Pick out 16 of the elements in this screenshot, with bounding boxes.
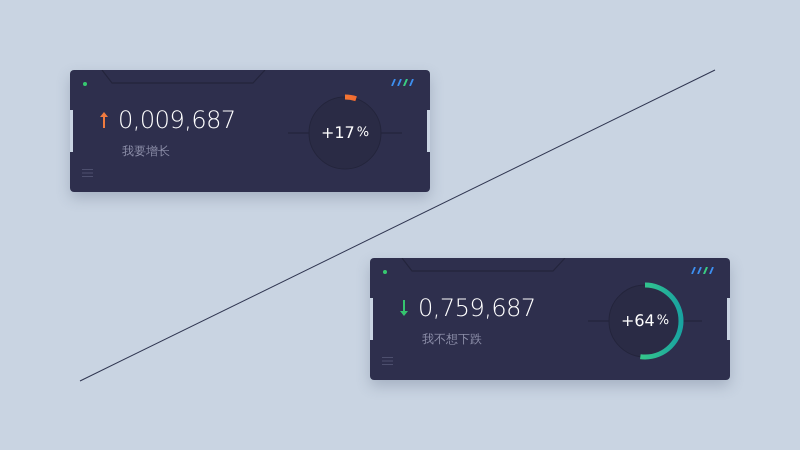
up-arrow-icon [98,110,110,130]
stripes-icon [390,79,416,86]
stripes-icon [690,267,716,274]
stat-label: 我要增长 [122,143,171,160]
stat-value: 0,009,687 [118,108,236,132]
status-dot [83,82,87,86]
menu-icon[interactable] [82,169,93,177]
stat-value: 0,759,687 [418,296,536,320]
percent-unit: % [656,312,670,330]
stat-label: 我不想下跌 [422,331,483,348]
down-arrow-icon [398,298,410,318]
percent-value: +17 [320,122,355,144]
percent-unit: % [356,124,370,142]
percent-value: +64 [620,310,655,332]
status-dot [383,270,387,274]
menu-icon[interactable] [382,357,393,365]
